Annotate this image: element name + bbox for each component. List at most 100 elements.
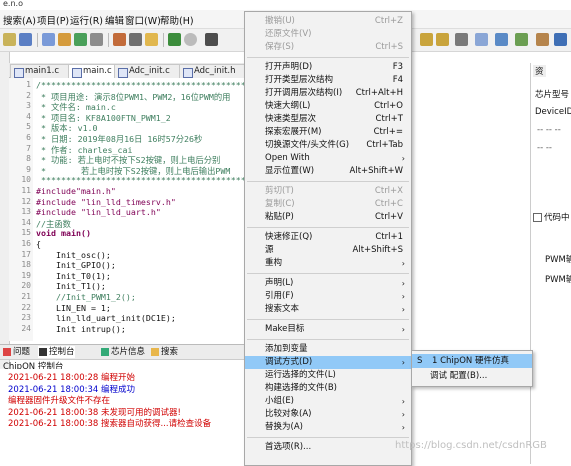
context-menu-item[interactable]: 重构 ›: [245, 257, 411, 270]
context-menu-item[interactable]: 显示位置(W) Alt+Shift+W: [245, 165, 411, 178]
tab-resource[interactable]: 资: [533, 65, 546, 77]
menu-item-shortcut: Ctrl+O: [374, 101, 403, 111]
menu-item-label: 复制(C): [265, 199, 295, 209]
context-menu-item[interactable]: 打开声明(D) F3: [245, 61, 411, 74]
device-id-value-2: -- --: [537, 143, 552, 153]
menu-project[interactable]: 项目(P): [37, 13, 69, 27]
perspective-icon[interactable]: [475, 33, 488, 46]
context-menu-item[interactable]: Open With ›: [245, 152, 411, 165]
context-menu-item[interactable]: 搜索文本 ›: [245, 303, 411, 316]
menu-item-label: 调试方式(D): [265, 357, 313, 367]
nav-icon[interactable]: [455, 33, 468, 46]
tool-icon[interactable]: [129, 33, 142, 46]
menu-item-shortcut: F4: [392, 75, 403, 85]
context-menu-item[interactable]: 切换源文件/头文件(G) Ctrl+Tab: [245, 139, 411, 152]
open-perspective-icon[interactable]: [495, 33, 508, 46]
menu-run[interactable]: 运行(R): [70, 13, 103, 27]
context-menu-item[interactable]: 引用(F) ›: [245, 290, 411, 303]
menu-help[interactable]: 帮助(H): [160, 13, 194, 27]
console-line: 2021-06-21 18:00:34 编程成功: [8, 384, 135, 395]
context-menu-item[interactable]: 调试方式(D) ›: [245, 356, 411, 369]
toolbar-separator: [163, 33, 164, 47]
code-protect-checkbox[interactable]: 代码中: [533, 211, 570, 223]
tab-problems[interactable]: 问题: [2, 346, 30, 358]
menu-item-shortcut: Ctrl+1: [375, 232, 403, 242]
submenu-item[interactable]: S 1 ChipON 硬件仿真: [412, 354, 532, 368]
context-menu-item[interactable]: 复制(C) Ctrl+C: [245, 198, 411, 211]
code-line: Init intrup();: [36, 323, 126, 334]
tab-main1-c[interactable]: main1.c: [10, 64, 72, 78]
folder-icon[interactable]: [145, 33, 158, 46]
code-line: /***************************************…: [36, 80, 245, 90]
console-output[interactable]: 2021-06-21 18:00:28 编程开始 2021-06-21 18:00…: [0, 369, 245, 464]
context-menu-item[interactable]: 快速大纲(L) Ctrl+O: [245, 100, 411, 113]
line-number: 23: [21, 313, 31, 323]
menu-edit[interactable]: 编辑: [105, 13, 124, 27]
context-menu-item[interactable]: 探索宏展开(M) Ctrl+=: [245, 126, 411, 139]
line-number: 16: [21, 239, 31, 248]
context-menu-item[interactable]: 小组(E) ›: [245, 395, 411, 408]
download-icon[interactable]: [58, 33, 71, 46]
menu-item-label: 替换为(A): [265, 422, 303, 432]
context-menu-item[interactable]: 还原文件(V): [245, 28, 411, 41]
menu-item-label: Make目标: [265, 324, 305, 334]
context-menu-item[interactable]: 源 Alt+Shift+S: [245, 244, 411, 257]
tab-chip-info[interactable]: 芯片信息: [100, 346, 145, 358]
console-line: 编程器固件升级文件不存在: [8, 396, 111, 406]
submenu-item[interactable]: 调试 配置(B)...: [412, 369, 532, 383]
back-icon[interactable]: [420, 33, 433, 46]
menu-item-shortcut: Ctrl+X: [374, 186, 403, 196]
tab-console[interactable]: 控制台: [38, 346, 75, 358]
context-menu-item[interactable]: 替换为(A) ›: [245, 421, 411, 434]
forward-icon[interactable]: [436, 33, 449, 46]
context-menu-item[interactable]: 剪切(T) Ctrl+X: [245, 185, 411, 198]
settings-icon[interactable]: [90, 33, 103, 46]
menu-window[interactable]: 窗口(W): [125, 13, 161, 27]
context-menu-item[interactable]: 运行选择的文件(L): [245, 369, 411, 382]
context-menu-item[interactable]: 打开类型层次结构 F4: [245, 74, 411, 87]
save-icon[interactable]: [19, 33, 32, 46]
debug-icon[interactable]: [168, 33, 181, 46]
menu-item-label: 保存(S): [265, 42, 295, 52]
c-file-icon: [14, 68, 24, 78]
menu-separator: [247, 273, 409, 274]
menu-item-label: 搜索文本: [265, 304, 300, 314]
menu-item-label: 打开声明(D): [265, 62, 313, 72]
menu-search[interactable]: 搜索(A): [3, 13, 36, 27]
menu-item-shortcut: Ctrl+Alt+H: [355, 88, 403, 98]
menu-item-label: 剪切(T): [265, 186, 294, 196]
line-number: 10: [21, 175, 31, 185]
context-menu-item[interactable]: 快速类型层次 Ctrl+T: [245, 113, 411, 126]
submenu-arrow-icon: ›: [401, 325, 405, 334]
context-menu-item[interactable]: 首选项(R)...: [245, 441, 411, 454]
hammer-icon[interactable]: [113, 33, 126, 46]
code-editor[interactable]: 1 2 3 4 5 6 7 8 9 10 11 12 13 14 15 16 17 18 19 20 21 22 23 24 …: [9, 78, 245, 341]
context-menu-item[interactable]: 快速修正(Q) Ctrl+1: [245, 231, 411, 244]
menu-item-shortcut: Alt+Shift+W: [349, 166, 403, 176]
context-menu-item[interactable]: Make目标 ›: [245, 323, 411, 336]
tab-search[interactable]: 搜索: [150, 346, 178, 358]
context-menu-item[interactable]: 撤销(U) Ctrl+Z: [245, 15, 411, 28]
context-menu-item[interactable]: 声明(L) ›: [245, 277, 411, 290]
c-perspective-icon[interactable]: [515, 33, 528, 46]
context-menu-item[interactable]: 添加到变量: [245, 343, 411, 356]
line-number: 20: [21, 281, 31, 291]
context-menu-item[interactable]: 构建选择的文件(B): [245, 382, 411, 395]
window-title: e.n.o: [3, 0, 23, 8]
step-icon[interactable]: [205, 33, 218, 46]
new-icon[interactable]: [3, 33, 16, 46]
search-icon: [151, 348, 159, 356]
debug-perspective-icon[interactable]: [536, 33, 549, 46]
context-menu-item[interactable]: 比较对象(A) ›: [245, 408, 411, 421]
chip-icon[interactable]: [74, 33, 87, 46]
context-menu-item[interactable]: 保存(S) Ctrl+S: [245, 41, 411, 54]
c-file-icon: [118, 68, 128, 78]
submenu-arrow-icon: ›: [401, 358, 405, 367]
menu-item-label: 运行选择的文件(L): [265, 370, 336, 380]
run-icon[interactable]: [184, 33, 197, 46]
checkbox-icon: [533, 213, 542, 222]
context-menu-item[interactable]: 粘贴(P) Ctrl+V: [245, 211, 411, 224]
build-icon[interactable]: [42, 33, 55, 46]
context-menu-item[interactable]: 打开调用层次结构(I) Ctrl+Alt+H: [245, 87, 411, 100]
chipon-perspective-icon[interactable]: [554, 33, 567, 46]
